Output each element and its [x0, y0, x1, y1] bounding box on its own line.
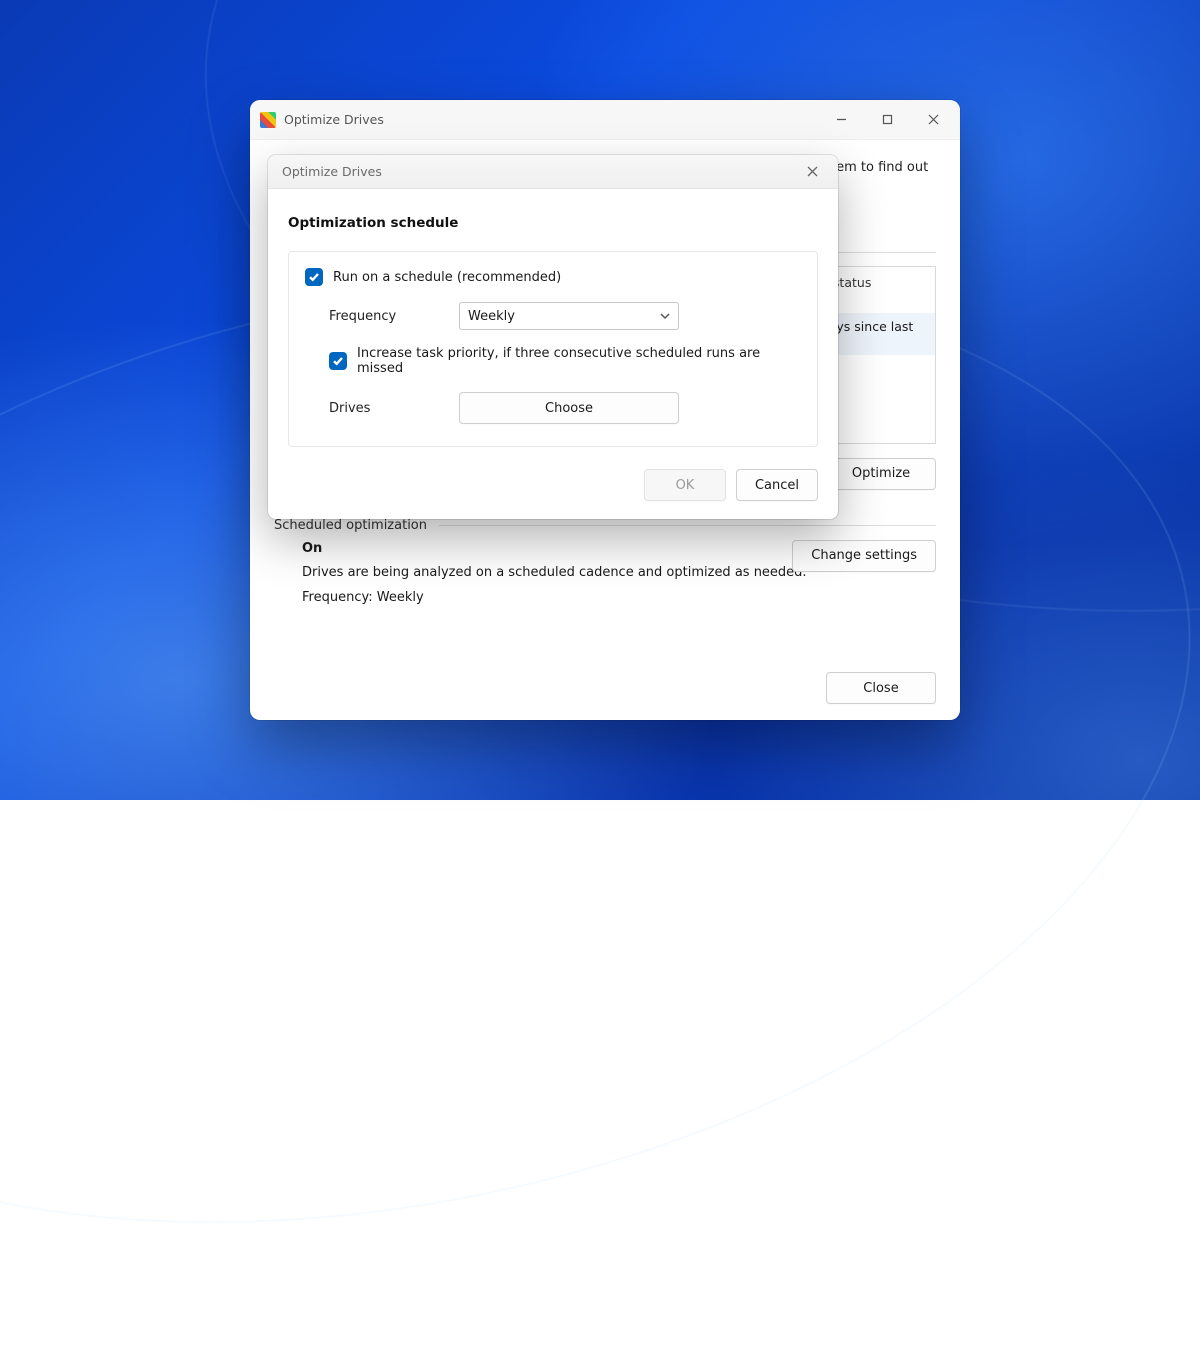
close-button[interactable]: [910, 100, 956, 140]
ok-button[interactable]: OK: [644, 469, 726, 501]
chevron-down-icon: [660, 311, 670, 321]
schedule-section-label: Scheduled optimization: [274, 518, 427, 533]
dialog-close-button[interactable]: [792, 155, 832, 189]
minimize-button[interactable]: [818, 100, 864, 140]
frequency-label: Frequency: [329, 309, 449, 324]
window-title: Optimize Drives: [284, 112, 384, 127]
dialog-titlebar: Optimize Drives: [268, 155, 838, 189]
dialog-heading: Optimization schedule: [288, 215, 818, 231]
schedule-frequency: Frequency: Weekly: [302, 586, 936, 611]
frequency-select[interactable]: Weekly: [459, 302, 679, 330]
increase-priority-label: Increase task priority, if three consecu…: [357, 346, 801, 376]
optimize-button[interactable]: Optimize: [826, 458, 936, 490]
dialog-actions: OK Cancel: [268, 455, 838, 519]
titlebar: Optimize Drives: [250, 100, 960, 140]
run-on-schedule-label: Run on a schedule (recommended): [333, 270, 561, 285]
schedule-fieldset: Run on a schedule (recommended) Frequenc…: [288, 251, 818, 447]
change-settings-button[interactable]: Change settings: [792, 540, 936, 572]
dialog-title: Optimize Drives: [282, 164, 382, 179]
schedule-dialog: Optimize Drives Optimization schedule Ru…: [268, 155, 838, 519]
cancel-button[interactable]: Cancel: [736, 469, 818, 501]
run-on-schedule-checkbox[interactable]: [305, 268, 323, 286]
app-icon: [260, 112, 276, 128]
close-window-button[interactable]: Close: [826, 672, 936, 704]
divider: [439, 525, 936, 526]
choose-drives-button[interactable]: Choose: [459, 392, 679, 424]
frequency-value: Weekly: [468, 309, 515, 324]
drives-label: Drives: [329, 401, 449, 416]
increase-priority-checkbox[interactable]: [329, 352, 347, 370]
schedule-section-header: Scheduled optimization: [274, 518, 936, 533]
maximize-button[interactable]: [864, 100, 910, 140]
